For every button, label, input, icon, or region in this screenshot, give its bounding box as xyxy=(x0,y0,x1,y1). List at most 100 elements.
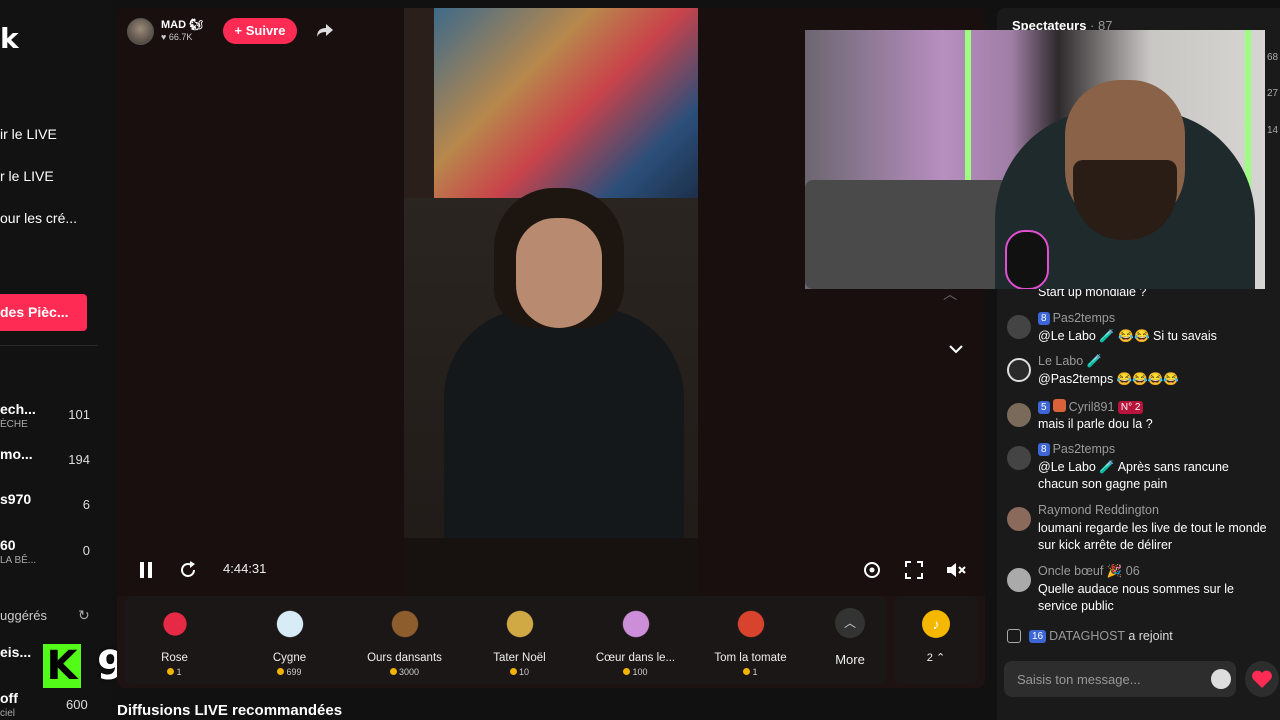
sidebar-divider xyxy=(0,345,98,346)
sidebar-link-creators[interactable]: our les cré... xyxy=(0,210,77,226)
chat-avatar[interactable] xyxy=(1007,358,1031,382)
chat-message-body: mais il parle dou la ? xyxy=(1038,417,1153,431)
share-icon[interactable] xyxy=(315,20,335,40)
live-video[interactable] xyxy=(404,8,698,596)
chat-message-header[interactable]: Le Labo 🧪 xyxy=(1038,354,1102,369)
refresh-icon[interactable]: ↻ xyxy=(78,607,90,624)
suggested-accounts-label: uggérés xyxy=(0,608,47,623)
fan-heart-icon xyxy=(1052,399,1066,412)
more-gifts-label: More xyxy=(835,652,865,667)
gift-price: 1 xyxy=(693,667,808,677)
chat-username: Oncle bœuf 🎉 06 xyxy=(1038,564,1140,578)
sidebar-link-watch-live[interactable]: ir le LIVE xyxy=(0,126,57,142)
gift-price: 10 xyxy=(462,667,577,677)
gift-ours-dansants[interactable]: Ours dansants 3000 xyxy=(347,604,462,682)
like-heart-icon[interactable] xyxy=(1245,661,1279,697)
chat-message: 5 Cyril891 N° 2 mais il parle dou la ? xyxy=(1007,399,1272,439)
rose-gift-icon xyxy=(154,604,195,644)
gift-cygne[interactable]: Cygne 699 xyxy=(232,604,347,682)
gift-rose[interactable]: Rose 1 xyxy=(117,604,232,682)
chat-message-body: @Le Labo 🧪 Après sans rancune chacun son… xyxy=(1038,460,1229,491)
stream-duration: 4:44:31 xyxy=(223,561,267,576)
emoji-icon[interactable] xyxy=(1211,669,1231,689)
gift-price: 3000 xyxy=(347,667,462,677)
gift-coeur[interactable]: Cœur dans le... 100 xyxy=(578,604,693,682)
chat-avatar[interactable] xyxy=(1007,403,1031,427)
suggested-account-count: 600 xyxy=(66,697,88,712)
account-viewer-count: 194 xyxy=(68,452,90,467)
gift-name: Rose xyxy=(161,652,188,664)
streamer-likes: ♥ 66.7K xyxy=(161,32,193,42)
sidebar-link-go-live[interactable]: r le LIVE xyxy=(0,168,54,184)
chat-avatar[interactable] xyxy=(1007,315,1031,339)
swan-gift-icon xyxy=(269,604,310,644)
chat-message-body: Quelle audace nous sommes sur le service… xyxy=(1038,582,1234,613)
gift-name: Tater Noël xyxy=(493,652,546,664)
sidebar-account[interactable]: mo... 194 xyxy=(0,446,98,482)
account-sub: ÈCHE xyxy=(0,419,28,430)
sidebar-account[interactable]: ech... ÈCHE 101 xyxy=(0,401,98,437)
suggested-account-name[interactable]: off xyxy=(0,690,18,706)
account-sub: LA BÊ... xyxy=(0,555,37,566)
chat-message-header[interactable]: 5 Cyril891 N° 2 xyxy=(1038,399,1146,414)
chat-username: Pas2temps xyxy=(1052,311,1116,325)
gift-tater-noel[interactable]: Tater Noël 10 xyxy=(462,604,577,682)
account-name: mo... xyxy=(0,446,33,462)
chat-message-header[interactable]: 8 Pas2temps xyxy=(1038,311,1115,325)
get-coins-button[interactable]: des Pièc... xyxy=(0,294,87,331)
mute-icon[interactable] xyxy=(946,561,966,579)
chat-message-input[interactable] xyxy=(1004,661,1236,697)
gift-name: Cœur dans le... xyxy=(595,652,676,664)
pause-icon[interactable] xyxy=(139,561,153,579)
gift-name: Tom la tomate xyxy=(714,652,787,664)
chat-avatar[interactable] xyxy=(1007,507,1031,531)
gift-name: Cygne xyxy=(272,652,307,664)
sidebar-account[interactable]: 60 LA BÊ... 0 xyxy=(0,537,98,573)
suggested-account-name[interactable]: eis... xyxy=(0,644,31,660)
webcam-overlay xyxy=(805,30,1265,289)
chat-avatar[interactable] xyxy=(1007,446,1031,470)
refresh-stream-icon[interactable] xyxy=(178,560,198,580)
streamer-name[interactable]: MAD 🐿 xyxy=(161,18,203,31)
chat-message: 8 Pas2temps @Le Labo 🧪 😂😂 Si tu savais xyxy=(1007,311,1272,351)
gift-price: 1 xyxy=(117,667,232,677)
kick-logo-icon: K xyxy=(43,644,81,688)
coins-count: 2 ⌃ xyxy=(926,652,946,664)
dancing-bears-gift-icon xyxy=(384,604,425,644)
chat-message: Le Labo 🧪 @Pas2temps 😂😂😂😂 xyxy=(1007,354,1272,394)
coin-icon: ♪ xyxy=(922,610,950,638)
gift-tom-la-tomate[interactable]: Tom la tomate 1 xyxy=(693,604,808,682)
coins-balance-button[interactable]: ♪ 2 ⌃ xyxy=(895,596,977,684)
chat-message-header[interactable]: Oncle bœuf 🎉 06 xyxy=(1038,564,1140,579)
settings-gear-icon[interactable] xyxy=(862,560,882,580)
tiktok-logo[interactable]: k xyxy=(0,22,19,55)
chat-message-body: loumani regarde les live de tout le mond… xyxy=(1038,521,1267,552)
joined-username[interactable]: DATAGHOST xyxy=(1049,629,1125,643)
chat-message-header[interactable]: 8 Pas2temps xyxy=(1038,442,1115,456)
chat-message-header[interactable]: Raymond Reddington xyxy=(1038,503,1159,517)
level-badge: 8 xyxy=(1038,312,1050,325)
gift-name: Ours dansants xyxy=(367,652,442,664)
microphone xyxy=(1005,230,1049,289)
streamer-avatar[interactable] xyxy=(127,18,154,45)
jacket xyxy=(444,308,684,548)
desk xyxy=(404,538,698,596)
chat-username: Cyril891 xyxy=(1068,400,1115,414)
account-name: s970 xyxy=(0,491,32,507)
follow-button[interactable]: + Suivre xyxy=(223,18,297,44)
chat-username: Raymond Reddington xyxy=(1038,503,1159,517)
rank-score: 14 xyxy=(1267,125,1279,136)
chat-avatar[interactable] xyxy=(1007,568,1031,592)
couch xyxy=(805,180,1025,289)
heart-hands-gift-icon xyxy=(615,604,656,644)
sidebar-account[interactable]: s970 6 xyxy=(0,491,98,527)
chat-username: Pas2temps xyxy=(1052,442,1116,456)
rank-badge: N° 2 xyxy=(1117,401,1144,414)
wall-poster xyxy=(434,8,698,198)
next-live-chevron-down-icon[interactable] xyxy=(943,336,969,362)
suggested-account-sub: ciel xyxy=(0,708,16,719)
fullscreen-icon[interactable] xyxy=(905,561,923,579)
chat-message: Oncle bœuf 🎉 06 Quelle audace nous somme… xyxy=(1007,564,1272,620)
chat-message: 8 Pas2temps @Le Labo 🧪 Après sans rancune… xyxy=(1007,442,1272,498)
more-gifts-button[interactable]: ︿ More xyxy=(815,608,885,674)
